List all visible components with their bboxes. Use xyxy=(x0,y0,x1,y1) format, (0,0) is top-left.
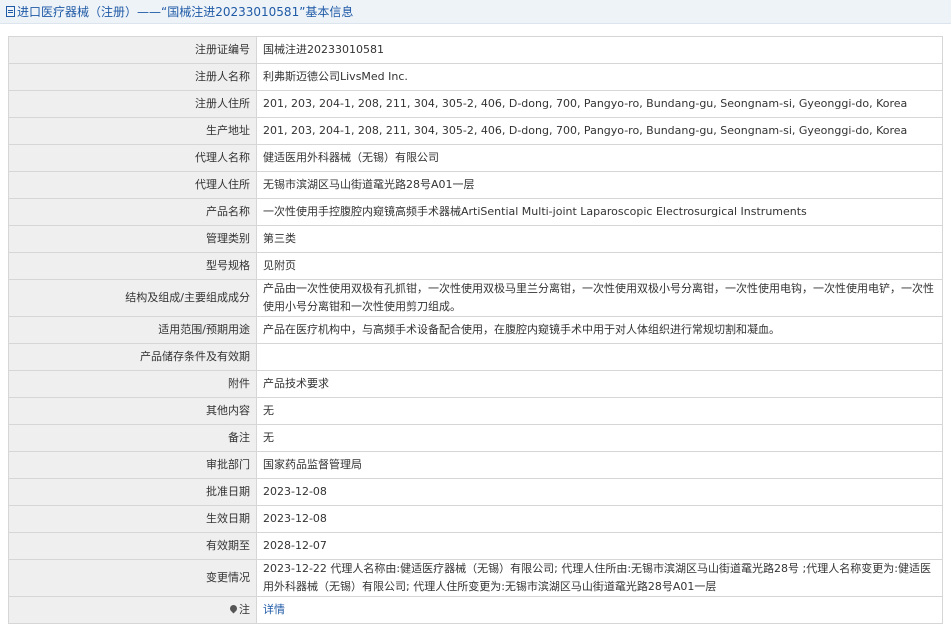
details-link[interactable]: 详情 xyxy=(263,603,285,616)
page-title: 进口医疗器械（注册）——“国械注进20233010581”基本信息 xyxy=(17,5,354,19)
document-icon xyxy=(6,6,15,17)
row-value: 一次性使用手控腹腔内窥镜高频手术器械ArtiSential Multi-join… xyxy=(256,198,943,226)
row-label: 产品储存条件及有效期 xyxy=(8,343,257,371)
table-row: 生效日期 2023-12-08 xyxy=(8,505,943,533)
row-label: 生产地址 xyxy=(8,117,257,145)
row-label: 结构及组成/主要组成成分 xyxy=(8,279,257,317)
page-title-bar: 进口医疗器械（注册）——“国械注进20233010581”基本信息 xyxy=(0,0,951,24)
note-label-cell: 注 xyxy=(8,596,257,624)
row-value: 利弗斯迈德公司LivsMed Inc. xyxy=(256,63,943,91)
row-value: 无 xyxy=(256,397,943,425)
table-row: 产品名称 一次性使用手控腹腔内窥镜高频手术器械ArtiSential Multi… xyxy=(8,198,943,226)
row-label: 变更情况 xyxy=(8,559,257,597)
table-row: 注册人住所 201, 203, 204-1, 208, 211, 304, 30… xyxy=(8,90,943,118)
table-row-note: 注 详情 xyxy=(8,596,943,624)
table-row: 产品储存条件及有效期 xyxy=(8,343,943,371)
note-value-cell: 详情 xyxy=(256,596,943,624)
row-value: 2023-12-08 xyxy=(256,478,943,506)
row-label: 注册证编号 xyxy=(8,36,257,64)
row-value: 产品技术要求 xyxy=(256,370,943,398)
row-value: 国家药品监督管理局 xyxy=(256,451,943,479)
device-info-table: 注册证编号 国械注进20233010581 注册人名称 利弗斯迈德公司LivsM… xyxy=(8,36,943,624)
row-value: 产品在医疗机构中，与高频手术设备配合使用，在腹腔内窥镜手术中用于对人体组织进行常… xyxy=(256,316,943,344)
row-label: 适用范围/预期用途 xyxy=(8,316,257,344)
table-row: 代理人名称 健适医用外科器械（无锡）有限公司 xyxy=(8,144,943,172)
row-value: 2023-12-08 xyxy=(256,505,943,533)
table-row: 备注 无 xyxy=(8,424,943,452)
pin-icon xyxy=(228,603,239,614)
note-label: 注 xyxy=(239,603,250,616)
row-value: 见附页 xyxy=(256,252,943,280)
row-value: 国械注进20233010581 xyxy=(256,36,943,64)
table-row: 变更情况 2023-12-22 代理人名称由:健适医疗器械（无锡）有限公司; 代… xyxy=(8,559,943,597)
table-row: 有效期至 2028-12-07 xyxy=(8,532,943,560)
row-value: 第三类 xyxy=(256,225,943,253)
table-row: 生产地址 201, 203, 204-1, 208, 211, 304, 305… xyxy=(8,117,943,145)
table-row: 结构及组成/主要组成成分 产品由一次性使用双极有孔抓钳，一次性使用双极马里兰分离… xyxy=(8,279,943,317)
row-label: 批准日期 xyxy=(8,478,257,506)
row-label: 审批部门 xyxy=(8,451,257,479)
row-value: 2028-12-07 xyxy=(256,532,943,560)
table-row: 审批部门 国家药品监督管理局 xyxy=(8,451,943,479)
row-value: 2023-12-22 代理人名称由:健适医疗器械（无锡）有限公司; 代理人住所由… xyxy=(256,559,943,597)
table-row: 代理人住所 无锡市滨湖区马山街道鼋光路28号A01一层 xyxy=(8,171,943,199)
row-label: 产品名称 xyxy=(8,198,257,226)
row-value xyxy=(256,343,943,371)
table-row: 适用范围/预期用途 产品在医疗机构中，与高频手术设备配合使用，在腹腔内窥镜手术中… xyxy=(8,316,943,344)
row-value: 产品由一次性使用双极有孔抓钳，一次性使用双极马里兰分离钳，一次性使用双极小号分离… xyxy=(256,279,943,317)
row-label: 备注 xyxy=(8,424,257,452)
row-value: 201, 203, 204-1, 208, 211, 304, 305-2, 4… xyxy=(256,90,943,118)
row-label: 代理人住所 xyxy=(8,171,257,199)
row-label: 附件 xyxy=(8,370,257,398)
row-label: 注册人住所 xyxy=(8,90,257,118)
row-label: 其他内容 xyxy=(8,397,257,425)
row-value: 无锡市滨湖区马山街道鼋光路28号A01一层 xyxy=(256,171,943,199)
row-value: 201, 203, 204-1, 208, 211, 304, 305-2, 4… xyxy=(256,117,943,145)
row-label: 管理类别 xyxy=(8,225,257,253)
row-label: 型号规格 xyxy=(8,252,257,280)
row-label: 有效期至 xyxy=(8,532,257,560)
table-row: 注册人名称 利弗斯迈德公司LivsMed Inc. xyxy=(8,63,943,91)
table-row: 其他内容 无 xyxy=(8,397,943,425)
table-row: 附件 产品技术要求 xyxy=(8,370,943,398)
row-label: 注册人名称 xyxy=(8,63,257,91)
table-row: 型号规格 见附页 xyxy=(8,252,943,280)
table-row: 管理类别 第三类 xyxy=(8,225,943,253)
row-value: 健适医用外科器械（无锡）有限公司 xyxy=(256,144,943,172)
row-label: 生效日期 xyxy=(8,505,257,533)
table-row: 批准日期 2023-12-08 xyxy=(8,478,943,506)
table-row: 注册证编号 国械注进20233010581 xyxy=(8,36,943,64)
row-label: 代理人名称 xyxy=(8,144,257,172)
row-value: 无 xyxy=(256,424,943,452)
